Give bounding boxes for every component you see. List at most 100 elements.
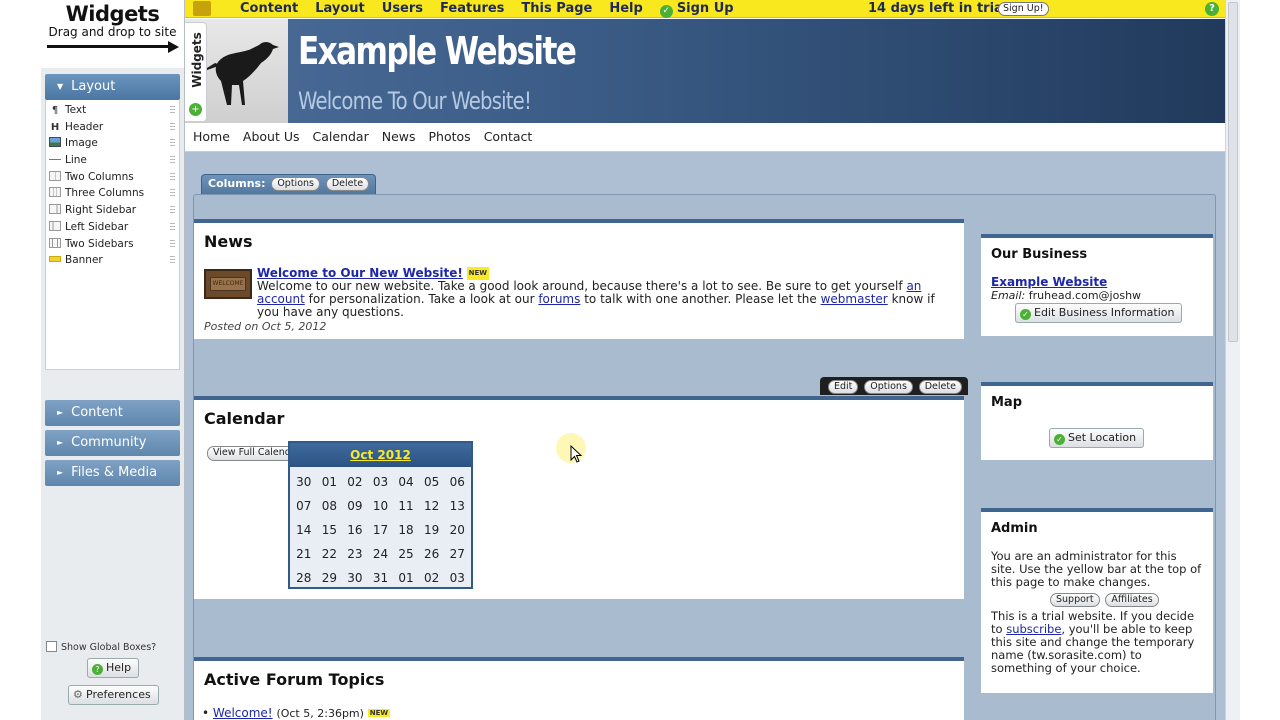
category-content[interactable]: ► Content [45,400,180,426]
widget-item-two-sidebars[interactable]: Two Sidebars [46,236,179,253]
drag-handle-icon[interactable] [170,239,175,249]
edit-business-info-button[interactable]: ✓ Edit Business Information [1015,303,1183,323]
calendar-month-link[interactable]: Oct 2012 [350,448,411,462]
calendar-day[interactable]: 16 [342,518,368,542]
drag-handle-icon[interactable] [170,122,175,132]
edit-button[interactable]: Edit [828,380,859,394]
widgets-tab[interactable]: Widgets + [185,22,207,122]
widget-item-header[interactable]: H Header [46,119,179,136]
calendar-day[interactable]: 03 [368,470,394,494]
calendar-day[interactable]: 01 [393,566,419,590]
business-name-link[interactable]: Example Website [991,275,1107,289]
drag-handle-icon[interactable] [170,256,175,266]
menu-sign-up[interactable]: ✓ Sign Up [659,1,751,18]
drag-handle-icon[interactable] [170,206,175,216]
calendar-day[interactable]: 25 [393,542,419,566]
calendar-day[interactable]: 05 [419,470,445,494]
vertical-scrollbar[interactable] [1225,0,1240,720]
menu-layout[interactable]: Layout [315,1,365,16]
calendar-day[interactable]: 14 [291,518,317,542]
calendar-day[interactable]: 07 [291,494,317,518]
calendar-day[interactable]: 02 [419,566,445,590]
support-button[interactable]: Support [1050,593,1100,607]
calendar-day[interactable]: 08 [317,494,343,518]
calendar-day[interactable]: 20 [444,518,470,542]
calendar-day[interactable]: 18 [393,518,419,542]
set-location-button[interactable]: ✓ Set Location [1049,428,1145,448]
category-files-media[interactable]: ► Files & Media [45,460,180,486]
category-community[interactable]: ► Community [45,430,180,456]
calendar-day[interactable]: 06 [444,470,470,494]
calendar-day[interactable]: 17 [368,518,394,542]
calendar-day[interactable]: 19 [419,518,445,542]
category-layout[interactable]: ▼ Layout [45,74,180,100]
calendar-day[interactable]: 28 [291,566,317,590]
subscribe-link[interactable]: subscribe [1006,622,1061,636]
our-business-title: Our Business [991,247,1088,262]
widget-item-left-sidebar[interactable]: Left Sidebar [46,219,179,236]
calendar-day[interactable]: 30 [291,470,317,494]
options-button[interactable]: Options [864,380,913,394]
preferences-button[interactable]: ⚙ Preferences [68,685,159,705]
widget-item-image[interactable]: Image [46,135,179,152]
calendar-day[interactable]: 01 [317,470,343,494]
calendar-day[interactable]: 30 [342,566,368,590]
menu-this-page[interactable]: This Page [521,1,592,16]
home-icon[interactable] [193,1,211,16]
calendar-day[interactable]: 21 [291,542,317,566]
show-global-boxes[interactable]: Show Global Boxes? [46,641,156,653]
news-item-title[interactable]: Welcome to Our New Website! [257,266,463,280]
calendar-day[interactable]: 27 [444,542,470,566]
nav-about-us[interactable]: About Us [243,129,300,144]
calendar-day[interactable]: 24 [368,542,394,566]
drag-handle-icon[interactable] [170,189,175,199]
delete-button[interactable]: Delete [918,380,962,394]
nav-news[interactable]: News [382,129,416,144]
drag-handle-icon[interactable] [170,106,175,115]
widget-item-line[interactable]: Line [46,152,179,169]
drag-handle-icon[interactable] [170,222,175,232]
help-icon[interactable]: ? [1205,2,1219,16]
menu-users[interactable]: Users [382,1,423,16]
calendar-day[interactable]: 23 [342,542,368,566]
nav-photos[interactable]: Photos [429,129,471,144]
columns-toolbar: Columns: Options Delete [201,174,377,194]
widget-item-text[interactable]: ¶ Text [46,102,179,119]
affiliates-button[interactable]: Affiliates [1105,593,1159,607]
drag-handle-icon[interactable] [170,139,175,149]
widget-item-banner[interactable]: Banner [46,252,179,269]
nav-contact[interactable]: Contact [484,129,533,144]
calendar-day[interactable]: 03 [444,566,470,590]
widget-item-two-columns[interactable]: Two Columns [46,169,179,186]
calendar-day[interactable]: 15 [317,518,343,542]
nav-home[interactable]: Home [193,129,230,144]
help-button[interactable]: ? Help [87,658,140,678]
calendar-day[interactable]: 29 [317,566,343,590]
menu-content[interactable]: Content [240,1,298,16]
menu-help[interactable]: Help [609,1,642,16]
calendar-day[interactable]: 02 [342,470,368,494]
calendar-day[interactable]: 12 [419,494,445,518]
calendar-day[interactable]: 09 [342,494,368,518]
widget-item-right-sidebar[interactable]: Right Sidebar [46,202,179,219]
menu-features[interactable]: Features [440,1,504,16]
drag-handle-icon[interactable] [170,156,175,166]
sign-up-button[interactable]: Sign Up! [998,2,1049,16]
forums-link[interactable]: forums [538,292,580,306]
drag-handle-icon[interactable] [170,172,175,182]
nav-calendar[interactable]: Calendar [313,129,369,144]
widget-item-three-columns[interactable]: Three Columns [46,185,179,202]
calendar-day[interactable]: 11 [393,494,419,518]
calendar-day[interactable]: 10 [368,494,394,518]
forum-topic-link[interactable]: Welcome! [213,706,273,720]
calendar-day[interactable]: 31 [368,566,394,590]
scrollbar-thumb[interactable] [1228,2,1238,342]
webmaster-link[interactable]: webmaster [821,292,888,306]
calendar-day[interactable]: 04 [393,470,419,494]
columns-options-button[interactable]: Options [271,177,320,191]
calendar-day[interactable]: 13 [444,494,470,518]
calendar-day[interactable]: 26 [419,542,445,566]
calendar-day[interactable]: 22 [317,542,343,566]
columns-delete-button[interactable]: Delete [325,177,370,191]
show-global-boxes-checkbox[interactable] [46,641,57,652]
